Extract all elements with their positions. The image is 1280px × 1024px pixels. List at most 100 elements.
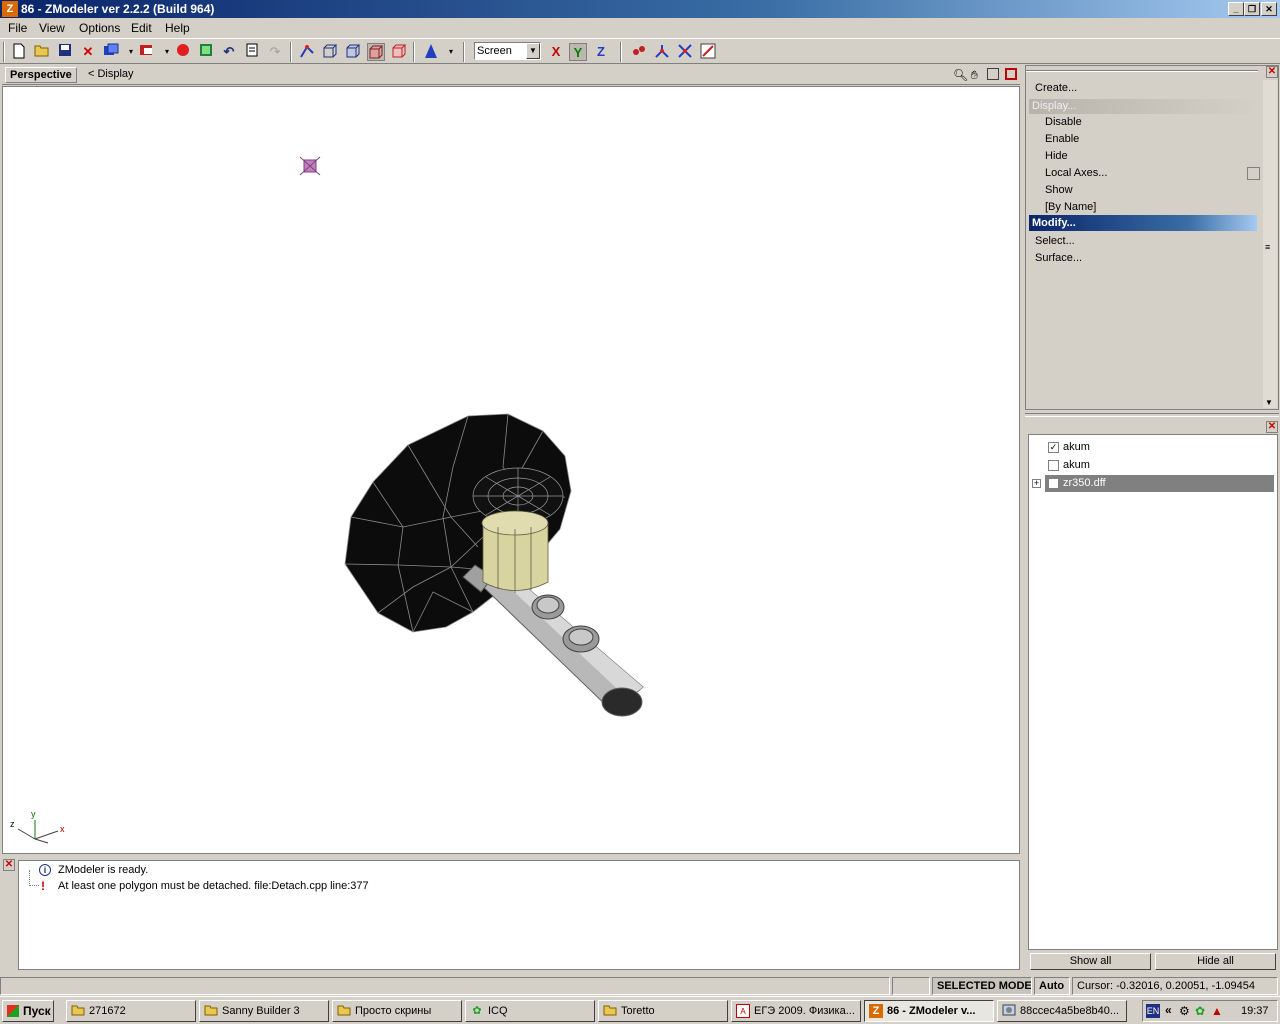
create-command[interactable]: Create...: [1035, 82, 1077, 94]
restore-button[interactable]: ❐: [1244, 2, 1260, 16]
coord-system-select[interactable]: Screen ▼: [474, 42, 541, 60]
display-show[interactable]: Show: [1045, 184, 1073, 196]
close-icon[interactable]: ✕: [3, 859, 15, 871]
system-tray: EN « ⚙︎ ✿ ▲ 19:37: [1142, 1000, 1278, 1022]
copy-icon[interactable]: [102, 43, 120, 61]
minimize-button[interactable]: _: [1228, 2, 1244, 16]
save-icon[interactable]: [56, 43, 74, 61]
display-local-axes[interactable]: Local Axes...: [1045, 167, 1107, 179]
folder-icon: [204, 1004, 218, 1018]
record-icon[interactable]: [174, 43, 192, 61]
box-mode-icon[interactable]: [321, 43, 339, 61]
task-label: ЕГЭ 2009. Физика...: [754, 1005, 855, 1017]
axis-y-toggle[interactable]: Y: [569, 43, 587, 61]
light-marker-icon: [299, 156, 321, 176]
task-image-viewer[interactable]: 88ccec4a5be8b40...: [997, 1000, 1127, 1022]
axis-x-toggle[interactable]: X: [547, 43, 565, 61]
icq-tray-icon[interactable]: ✿: [1195, 1004, 1205, 1018]
weld-icon[interactable]: [630, 43, 648, 61]
modify-command[interactable]: Modify...: [1029, 215, 1257, 231]
viewport-mode-label[interactable]: < Display: [88, 68, 134, 80]
command-panel: ✕ Create... Display... Disable Enable Hi…: [1025, 65, 1279, 410]
pan-hand-icon[interactable]: ✋︎: [971, 68, 978, 83]
task-271672[interactable]: 271672: [66, 1000, 196, 1022]
hide-all-button[interactable]: Hide all: [1155, 953, 1276, 970]
3d-viewport[interactable]: z y x: [2, 86, 1020, 854]
maximize-viewport-icon[interactable]: [1005, 68, 1017, 80]
log-panel: i ZModeler is ready. ! At least one poly…: [18, 860, 1020, 970]
paste-icon[interactable]: [138, 43, 156, 61]
viewport-name-button[interactable]: Perspective: [5, 67, 77, 83]
expand-plus-icon[interactable]: +: [1032, 479, 1041, 488]
task-prosto-skriny[interactable]: Просто скрины: [332, 1000, 462, 1022]
undo-icon[interactable]: ↶: [220, 43, 238, 61]
task-label: Sanny Builder 3: [222, 1005, 300, 1017]
display-disable[interactable]: Disable: [1045, 116, 1082, 128]
tree-item-akum-1[interactable]: akum: [1063, 441, 1090, 453]
cube-mode-icon[interactable]: [344, 43, 362, 61]
menu-options[interactable]: Options: [79, 21, 120, 35]
task-zmodeler[interactable]: Z 86 - ZModeler v...: [864, 1000, 994, 1022]
display-enable[interactable]: Enable: [1045, 133, 1079, 145]
axis-gizmo-icon: [17, 820, 59, 844]
viewport-canvas: [17, 156, 644, 844]
start-label: Пуск: [23, 1004, 51, 1018]
task-sanny-builder[interactable]: Sanny Builder 3: [199, 1000, 329, 1022]
chevron-down-icon[interactable]: ▼: [526, 43, 540, 59]
image-icon: [1002, 1004, 1016, 1018]
close-icon[interactable]: ✕: [1266, 66, 1278, 78]
axis-z-toggle[interactable]: Z: [592, 43, 610, 61]
redo-icon[interactable]: ↷: [266, 43, 284, 61]
pivot-icon[interactable]: [422, 43, 440, 61]
render-icon[interactable]: [197, 43, 215, 61]
visibility-checkbox[interactable]: [1048, 478, 1059, 489]
tree-item-zr350[interactable]: zr350.dff: [1063, 477, 1106, 489]
zoom-icon[interactable]: 🔍︎: [953, 68, 968, 82]
folder-icon: [71, 1004, 85, 1018]
antivirus-icon[interactable]: ▲: [1211, 1004, 1223, 1018]
start-button[interactable]: Пуск: [2, 1000, 54, 1022]
title-bar: Z 86 - ZModeler ver 2.2.2 (Build 964) _ …: [0, 0, 1280, 18]
menu-help[interactable]: Help: [165, 21, 190, 35]
local-axes-toggle[interactable]: [1247, 167, 1260, 180]
panel-scrollbar[interactable]: ≡ ▼: [1263, 80, 1277, 408]
pivot-dropdown-icon[interactable]: ▾: [442, 43, 460, 61]
task-label: Просто скрины: [355, 1005, 432, 1017]
select-command[interactable]: Select...: [1035, 235, 1075, 247]
delete-icon[interactable]: ✕: [79, 43, 97, 61]
show-all-button[interactable]: Show all: [1030, 953, 1151, 970]
new-file-icon[interactable]: [10, 43, 28, 61]
close-icon[interactable]: ✕: [1266, 421, 1278, 433]
language-indicator[interactable]: EN: [1146, 1004, 1160, 1018]
task-icq[interactable]: ✿ ICQ: [465, 1000, 595, 1022]
network-icon[interactable]: ⚙︎: [1179, 1004, 1190, 1018]
tree-item-akum-2[interactable]: akum: [1063, 459, 1090, 471]
group-mode-icon[interactable]: [390, 43, 408, 61]
task-toretto[interactable]: Toretto: [598, 1000, 728, 1022]
zmodeler-app-icon[interactable]: Z: [2, 1, 18, 17]
menu-view[interactable]: View: [39, 21, 65, 35]
cross-split-icon[interactable]: [676, 43, 694, 61]
visibility-checkbox[interactable]: [1048, 460, 1059, 471]
display-command-header[interactable]: Display...: [1029, 99, 1259, 114]
visibility-checkbox[interactable]: ✓: [1048, 442, 1059, 453]
fit-view-icon[interactable]: [987, 68, 999, 80]
menu-edit[interactable]: Edit: [131, 21, 152, 35]
close-button[interactable]: ✕: [1261, 2, 1277, 16]
model-cylinder-selected: [481, 510, 549, 593]
display-by-name[interactable]: [By Name]: [1045, 201, 1096, 213]
open-file-icon[interactable]: [33, 43, 51, 61]
uv-mapper-icon[interactable]: [699, 43, 717, 61]
split-icon[interactable]: [653, 43, 671, 61]
properties-icon[interactable]: [243, 43, 261, 61]
viewport-header: Perspective < Display 🔍︎ ✋︎: [2, 65, 1020, 85]
task-ege-pdf[interactable]: A ЕГЭ 2009. Физика...: [731, 1000, 861, 1022]
surface-command[interactable]: Surface...: [1035, 252, 1082, 264]
object-mode-icon[interactable]: [367, 43, 385, 61]
tray-expand-icon[interactable]: «: [1165, 1003, 1172, 1017]
display-hide[interactable]: Hide: [1045, 150, 1068, 162]
vertex-mode-icon[interactable]: [298, 43, 316, 61]
axis-x-label: x: [60, 824, 65, 834]
menu-file[interactable]: File: [8, 21, 27, 35]
zmodeler-icon: Z: [869, 1004, 883, 1018]
